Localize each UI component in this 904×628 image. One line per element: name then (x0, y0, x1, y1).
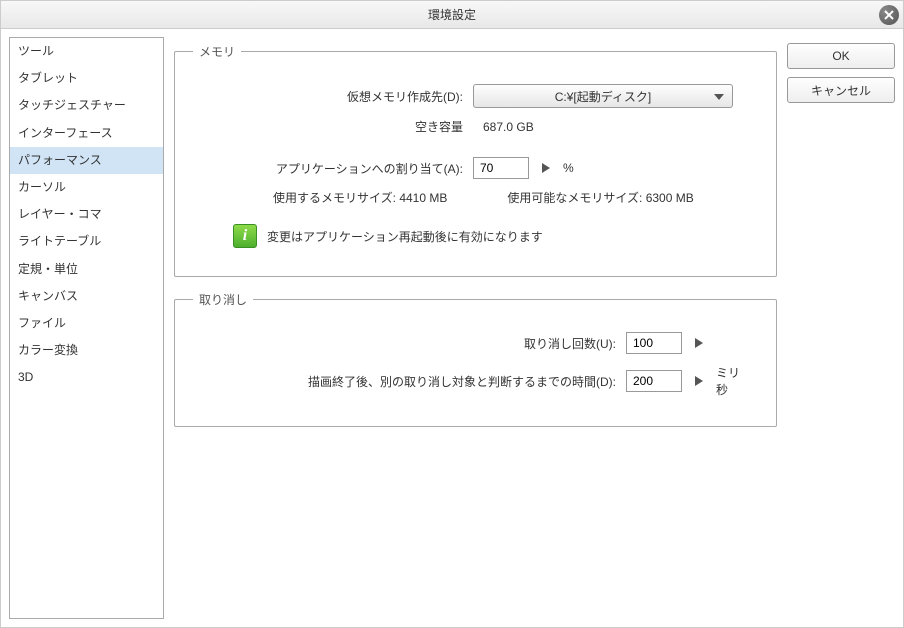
undo-group: 取り消し 取り消し回数(U): 描画終了後、別の取り消し対象と判断するまでの時間… (174, 291, 777, 427)
triangle-right-icon (542, 163, 550, 173)
triangle-right-icon (695, 376, 703, 386)
category-sidebar: ツール タブレット タッチジェスチャー インターフェース パフォーマンス カーソ… (9, 37, 164, 619)
sidebar-item-ruler-unit[interactable]: 定規・単位 (10, 256, 163, 283)
memory-legend: メモリ (193, 43, 241, 60)
restart-notice: 変更はアプリケーション再起動後に有効になります (267, 228, 543, 245)
content-area: ツール タブレット タッチジェスチャー インターフェース パフォーマンス カーソ… (1, 29, 903, 627)
sidebar-item-3d[interactable]: 3D (10, 364, 163, 391)
sidebar-item-performance[interactable]: パフォーマンス (10, 147, 163, 174)
alloc-label: アプリケーションへの割り当て(A): (193, 160, 463, 177)
info-icon: i (233, 224, 257, 248)
alloc-spinner[interactable] (539, 161, 553, 175)
avail-memory-label: 使用可能なメモリサイズ: (507, 191, 642, 205)
undo-legend: 取り消し (193, 291, 253, 308)
chevron-down-icon (714, 89, 724, 103)
preferences-window: 環境設定 ツール タブレット タッチジェスチャー インターフェース パフォーマン… (0, 0, 904, 628)
used-memory-label: 使用するメモリサイズ: (273, 191, 396, 205)
sidebar-item-cursor[interactable]: カーソル (10, 174, 163, 201)
ok-button[interactable]: OK (787, 43, 895, 69)
vm-dropdown-value: C:¥[起動ディスク] (555, 88, 652, 105)
action-buttons: OK キャンセル (787, 37, 895, 619)
close-icon (884, 10, 894, 20)
undo-delay-label: 描画終了後、別の取り消し対象と判断するまでの時間(D): (308, 373, 616, 390)
used-memory-value: 4410 MB (399, 191, 447, 205)
sidebar-item-tablet[interactable]: タブレット (10, 65, 163, 92)
avail-memory: 使用可能なメモリサイズ: 6300 MB (507, 189, 693, 206)
undo-count-spinner[interactable] (692, 336, 706, 350)
vm-label: 仮想メモリ作成先(D): (193, 88, 463, 105)
sidebar-item-color-conversion[interactable]: カラー変換 (10, 337, 163, 364)
sidebar-item-light-table[interactable]: ライトテーブル (10, 228, 163, 255)
undo-count-label: 取り消し回数(U): (524, 335, 616, 352)
free-space-label: 空き容量 (193, 118, 463, 135)
close-button[interactable] (879, 5, 899, 25)
sidebar-item-interface[interactable]: インターフェース (10, 120, 163, 147)
undo-delay-unit: ミリ秒 (716, 364, 748, 398)
undo-delay-spinner[interactable] (692, 374, 706, 388)
main-panel: メモリ 仮想メモリ作成先(D): C:¥[起動ディスク] 空き容量 687.0 … (164, 37, 787, 619)
sidebar-item-canvas[interactable]: キャンバス (10, 283, 163, 310)
cancel-button[interactable]: キャンセル (787, 77, 895, 103)
alloc-input[interactable] (473, 157, 529, 179)
sidebar-item-touch-gesture[interactable]: タッチジェスチャー (10, 92, 163, 119)
free-space-value: 687.0 GB (473, 120, 534, 134)
sidebar-item-file[interactable]: ファイル (10, 310, 163, 337)
window-title: 環境設定 (428, 6, 476, 23)
vm-dropdown[interactable]: C:¥[起動ディスク] (473, 84, 733, 108)
titlebar: 環境設定 (1, 1, 903, 29)
sidebar-item-layer-frame[interactable]: レイヤー・コマ (10, 201, 163, 228)
memory-group: メモリ 仮想メモリ作成先(D): C:¥[起動ディスク] 空き容量 687.0 … (174, 43, 777, 277)
sidebar-item-tool[interactable]: ツール (10, 38, 163, 65)
undo-delay-input[interactable] (626, 370, 682, 392)
avail-memory-value: 6300 MB (646, 191, 694, 205)
alloc-unit: % (563, 161, 574, 175)
used-memory: 使用するメモリサイズ: 4410 MB (273, 189, 447, 206)
undo-count-input[interactable] (626, 332, 682, 354)
triangle-right-icon (695, 338, 703, 348)
